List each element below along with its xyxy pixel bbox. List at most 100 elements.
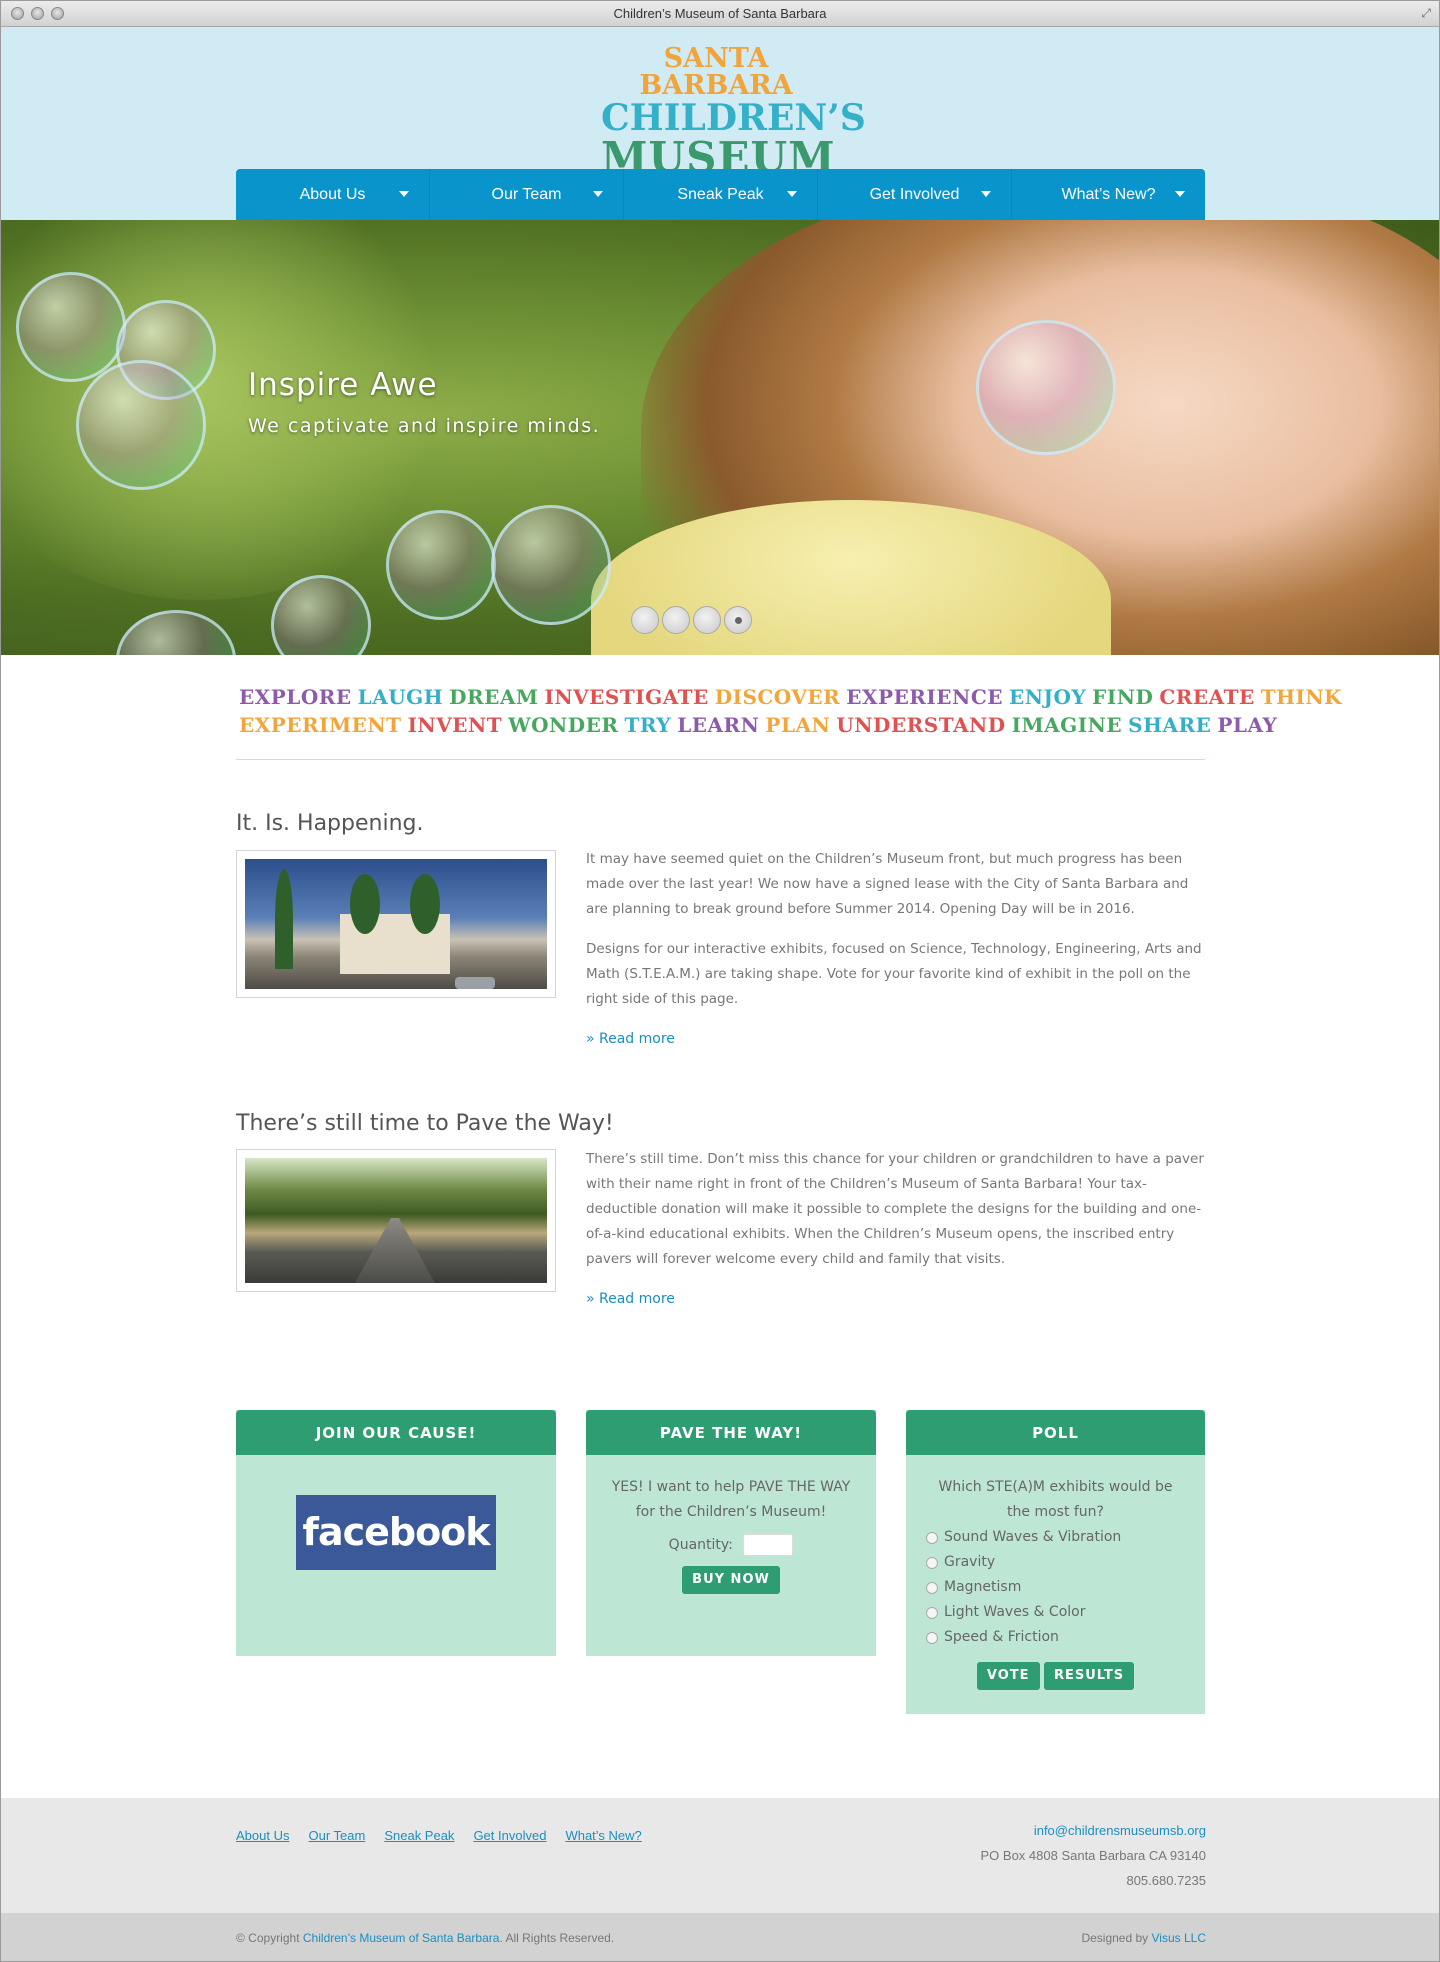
main-nav: About Us Our Team Sneak Peak Get Involve… (236, 169, 1205, 220)
panel-header: POLL (906, 1410, 1205, 1455)
poll-option-label: Sound Waves & Vibration (944, 1529, 1122, 1545)
action-word: IMAGINE (1011, 713, 1123, 737)
window-title: Children’s Museum of Santa Barbara (613, 6, 827, 21)
article-title[interactable]: It. Is. Happening. (236, 811, 1205, 836)
results-button[interactable]: RESULTS (1043, 1662, 1135, 1690)
nav-about-us[interactable]: About Us (236, 169, 430, 220)
designed-by-prefix: Designed by (1081, 1931, 1149, 1945)
museum-building-image (245, 859, 547, 989)
browser-window: Children’s Museum of Santa Barbara ⤢ SAN… (0, 0, 1440, 1962)
nav-our-team[interactable]: Our Team (430, 169, 624, 220)
join-cause-panel: JOIN OUR CAUSE! facebook (236, 1410, 556, 1656)
copyright-suffix: . All Rights Reserved. (499, 1931, 615, 1945)
panel-header: PAVE THE WAY! (586, 1410, 876, 1455)
action-word: PLAY (1217, 713, 1278, 737)
fullscreen-icon[interactable]: ⤢ (1421, 6, 1431, 21)
article-paragraph: There’s still time. Don’t miss this chan… (586, 1151, 1204, 1267)
contact-address: PO Box 4808 Santa Barbara CA 93140 (980, 1848, 1207, 1863)
radio-button[interactable] (926, 1531, 938, 1544)
poll-option[interactable]: Speed & Friction (906, 1625, 1205, 1650)
zoom-window-button[interactable] (51, 7, 64, 20)
poll-option[interactable]: Light Waves & Color (906, 1600, 1205, 1625)
nav-get-involved[interactable]: Get Involved (818, 169, 1012, 220)
buy-now-button[interactable]: BUY NOW (682, 1566, 780, 1594)
copyright-link[interactable]: Children’s Museum of Santa Barbara (303, 1931, 500, 1945)
logo-line-1: SANTA BARBARA (639, 43, 793, 101)
article-paragraph: Designs for our interactive exhibits, fo… (586, 941, 1202, 1007)
read-more-link[interactable]: » Read more (586, 1031, 675, 1047)
dropdown-caret-icon (593, 191, 603, 197)
poll-option[interactable]: Magnetism (906, 1575, 1205, 1600)
footer-link-about-us[interactable]: About Us (236, 1828, 289, 1843)
slider-dot[interactable] (631, 606, 659, 634)
contact-email-link[interactable]: info@childrensmuseumsb.org (981, 1818, 1206, 1843)
bubble-image (76, 360, 206, 490)
section-divider (236, 759, 1205, 760)
radio-button[interactable] (926, 1631, 938, 1644)
poll-option[interactable]: Gravity (906, 1550, 1205, 1575)
slider-dot-active[interactable] (724, 606, 752, 634)
action-word: CREATE (1159, 685, 1255, 709)
panel-header: JOIN OUR CAUSE! (236, 1410, 556, 1455)
vote-button[interactable]: VOTE (976, 1662, 1040, 1690)
action-word: LEARN (677, 713, 760, 737)
panel-body: facebook (236, 1455, 556, 1570)
slider-dot[interactable] (662, 606, 690, 634)
nav-sneak-peak[interactable]: Sneak Peak (624, 169, 818, 220)
footer-link-whats-new[interactable]: What’s New? (565, 1828, 641, 1843)
quantity-label: Quantity: (668, 1537, 733, 1553)
action-word: LAUGH (357, 685, 444, 709)
read-more-link[interactable]: » Read more (586, 1291, 675, 1307)
action-word: UNDERSTAND (836, 713, 1006, 737)
hero-heading: Inspire Awe (248, 367, 438, 403)
minimize-window-button[interactable] (31, 7, 44, 20)
footer-links: About Us Our Team Sneak Peak Get Involve… (236, 1828, 642, 1843)
footer-link-sneak-peak[interactable]: Sneak Peak (384, 1828, 454, 1843)
site-logo[interactable]: SANTA BARBARA CHILDREN’S MUSEUM (601, 43, 866, 179)
article-thumbnail[interactable] (236, 850, 556, 998)
close-window-button[interactable] (11, 7, 24, 20)
action-word: EXPERIENCE (846, 685, 1003, 709)
copyright-bar: © Copyright Children’s Museum of Santa B… (1, 1913, 1439, 1961)
site-header: SANTA BARBARA CHILDREN’S MUSEUM About Us… (1, 27, 1439, 220)
window-controls (11, 7, 64, 20)
action-words: EXPLORE LAUGH DREAM INVESTIGATE DISCOVER EXPE… (236, 683, 1342, 739)
hero-caption: Inspire Awe We captivate and inspire min… (248, 367, 600, 437)
palm-tree-shape (410, 874, 440, 934)
palm-tree-shape (350, 874, 380, 934)
article-thumbnail[interactable] (236, 1149, 556, 1292)
contact-phone: 805.680.7235 (1126, 1873, 1206, 1888)
poll-option-label: Gravity (944, 1554, 996, 1570)
radio-button[interactable] (926, 1581, 938, 1594)
article-body: It may have seemed quiet on the Children… (586, 847, 1205, 1052)
footer-link-our-team[interactable]: Our Team (308, 1828, 365, 1843)
article-title[interactable]: There’s still time to Pave the Way! (236, 1111, 1205, 1136)
action-word: DREAM (449, 685, 539, 709)
nav-whats-new[interactable]: What’s New? (1012, 169, 1205, 220)
radio-button[interactable] (926, 1606, 938, 1619)
poll-option[interactable]: Sound Waves & Vibration (906, 1525, 1205, 1550)
poll-panel: POLL Which STE(A)M exhibits would be the… (906, 1410, 1205, 1714)
pave-description: YES! I want to help PAVE THE WAY for the… (611, 1479, 851, 1520)
footer-link-get-involved[interactable]: Get Involved (473, 1828, 546, 1843)
dropdown-caret-icon (787, 191, 797, 197)
designer-link[interactable]: Visus LLC (1152, 1931, 1206, 1945)
poll-question: Which STE(A)M exhibits would be the most… (938, 1479, 1173, 1520)
quantity-input[interactable] (743, 1534, 794, 1556)
nav-label: What’s New? (1061, 185, 1156, 203)
slider-dot[interactable] (693, 606, 721, 634)
bubble-image (116, 610, 236, 655)
logo-line-2: CHILDREN’S (601, 97, 866, 139)
radio-button[interactable] (926, 1556, 938, 1569)
pave-the-way-panel: PAVE THE WAY! YES! I want to help PAVE T… (586, 1410, 876, 1656)
quantity-row: Quantity: (606, 1533, 856, 1558)
action-word: ENJOY (1008, 685, 1087, 709)
road-shape (355, 1218, 435, 1283)
facebook-button[interactable]: facebook (296, 1495, 496, 1570)
action-word: INVESTIGATE (544, 685, 709, 709)
panel-body: YES! I want to help PAVE THE WAY for the… (586, 1455, 876, 1594)
dropdown-caret-icon (399, 191, 409, 197)
action-words-line-2: EXPERIMENT INVENT WONDER TRY LEARN PLAN UNDERS… (236, 711, 1277, 739)
action-word: THINK (1260, 685, 1343, 709)
palm-tree-shape (275, 869, 293, 969)
